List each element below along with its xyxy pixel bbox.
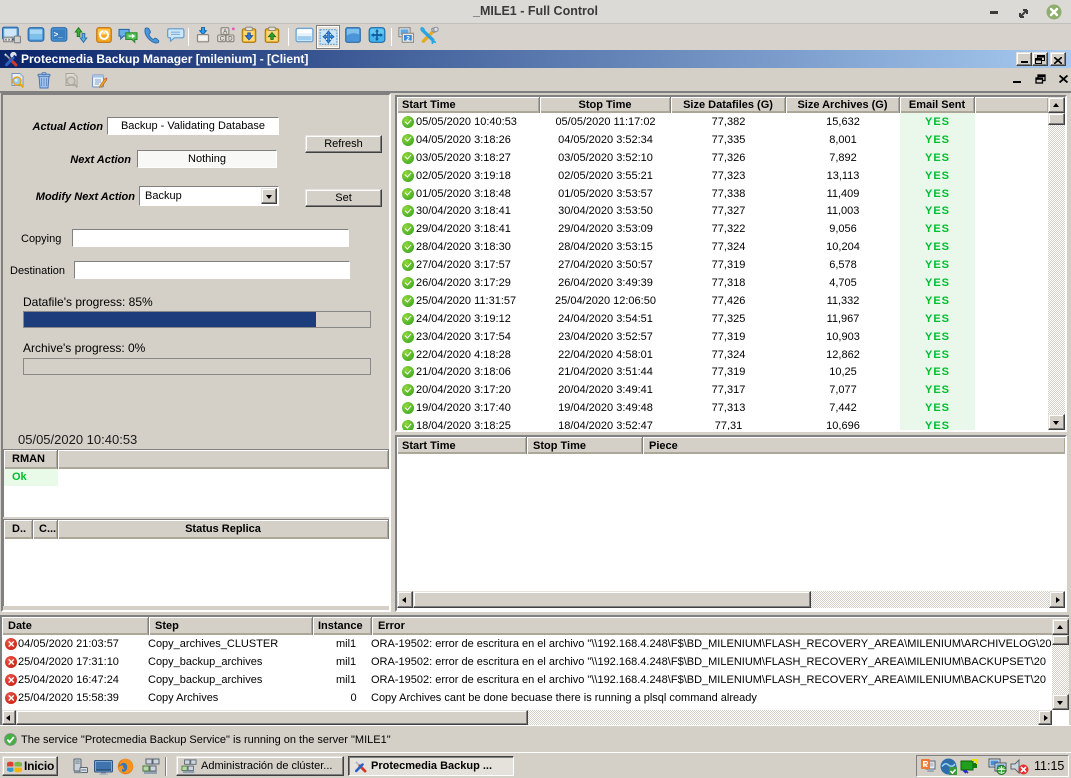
- svg-text:C: C: [220, 36, 225, 43]
- svg-text:2: 2: [406, 35, 410, 42]
- svg-text:D: D: [228, 36, 233, 43]
- svg-text:×××: ×××: [4, 37, 14, 43]
- svg-text:>_: >_: [54, 30, 64, 39]
